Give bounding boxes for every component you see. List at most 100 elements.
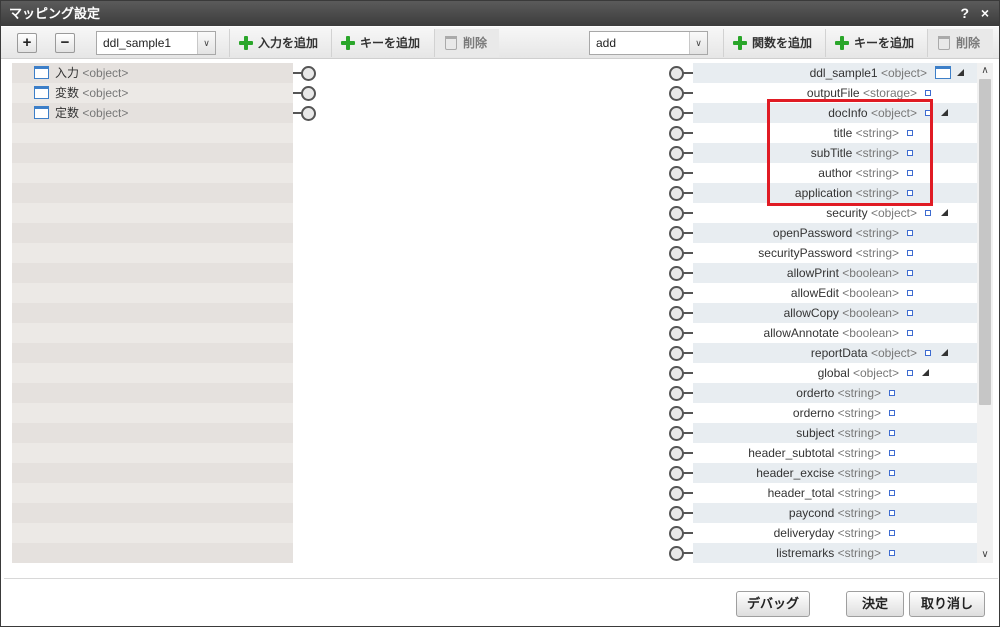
help-icon[interactable]: ? [960,1,969,26]
scroll-down-icon[interactable]: ∨ [977,547,993,563]
target-item-label: subject <string> [796,426,881,440]
target-connector-handle[interactable] [669,123,693,143]
connector-line [683,172,693,174]
target-connector-handle[interactable] [669,543,693,563]
target-connector-handle[interactable] [669,323,693,343]
scroll-thumb[interactable] [979,79,991,405]
cancel-button[interactable]: 取り消し [909,591,985,617]
target-connector-handle[interactable] [669,143,693,163]
source-select[interactable]: ddl_sample1 ∨ [96,31,216,55]
close-icon[interactable]: × [981,1,989,26]
target-connector-handle[interactable] [669,103,693,123]
connector-circle-icon [669,66,684,81]
target-connector-handle[interactable] [669,163,693,183]
add-input-button[interactable]: 入力を追加 [229,29,329,57]
target-connector-handle[interactable] [669,303,693,323]
target-tree-item[interactable]: orderto <string> [693,383,977,403]
target-tree-item[interactable]: allowAnnotate <boolean> [693,323,977,343]
expand-all-button[interactable]: + [17,33,37,53]
target-tree-item[interactable]: paycond <string> [693,503,977,523]
source-item-label: 定数 <object> [55,106,129,120]
delete-button-right[interactable]: 削除 [927,29,993,57]
target-item-label: deliveryday <string> [773,526,881,540]
target-tree-item[interactable]: allowCopy <boolean> [693,303,977,323]
connector-circle-icon [669,226,684,241]
collapse-all-button[interactable]: − [55,33,75,53]
target-connector-handle[interactable] [669,283,693,303]
target-connector-handle[interactable] [669,183,693,203]
expand-triangle-icon[interactable] [941,109,948,116]
scroll-up-icon[interactable]: ∧ [977,63,993,79]
expand-triangle-icon[interactable] [941,209,948,216]
add-key-button-right[interactable]: キーを追加 [825,29,925,57]
target-item-label: ddl_sample1 <object> [809,66,927,80]
debug-button[interactable]: デバッグ [736,591,810,617]
source-connector-handle[interactable] [293,83,317,103]
plus-icon [239,36,253,50]
expand-triangle-icon[interactable] [957,69,964,76]
target-connector-handle[interactable] [669,403,693,423]
row-stripe [12,363,293,383]
target-connector-handle[interactable] [669,263,693,283]
target-item-label: header_excise <string> [756,466,881,480]
target-tree-item[interactable]: reportData <object> [693,343,977,363]
target-connector-handle[interactable] [669,83,693,103]
target-connector-handle[interactable] [669,383,693,403]
target-tree-item[interactable]: header_excise <string> [693,463,977,483]
source-tree-item[interactable]: 変数 <object> [12,83,293,103]
target-tree-item[interactable]: global <object> [693,363,977,383]
target-connector-handle[interactable] [669,463,693,483]
chevron-down-icon[interactable]: ∨ [197,32,215,54]
source-tree-item[interactable]: 定数 <object> [12,103,293,123]
target-tree-item[interactable]: orderno <string> [693,403,977,423]
target-tree-item[interactable]: listremarks <string> [693,543,977,563]
target-tree-item[interactable]: deliveryday <string> [693,523,977,543]
target-connector-handle[interactable] [669,483,693,503]
source-connector-handle[interactable] [293,63,317,83]
ok-button[interactable]: 決定 [846,591,904,617]
target-tree-item[interactable]: allowPrint <boolean> [693,263,977,283]
field-node-icon [889,430,895,436]
add-key-button-left[interactable]: キーを追加 [331,29,431,57]
target-connector-handle[interactable] [669,523,693,543]
highlight-box [767,99,933,206]
connector-line [683,492,693,494]
target-item-label: header_subtotal <string> [748,446,881,460]
mapping-area[interactable] [293,63,693,563]
add-key-label: キーを追加 [854,36,915,50]
vertical-scrollbar[interactable]: ∧ ∨ [977,63,993,563]
expand-triangle-icon[interactable] [922,369,929,376]
target-connector-handle[interactable] [669,203,693,223]
target-tree-item[interactable]: allowEdit <boolean> [693,283,977,303]
target-tree-item[interactable]: header_total <string> [693,483,977,503]
row-stripe [12,523,293,543]
field-node-icon [889,510,895,516]
target-connector-handle[interactable] [669,423,693,443]
connector-line [683,332,693,334]
connector-circle-icon [301,106,316,121]
target-connector-handle[interactable] [669,443,693,463]
target-connector-handle[interactable] [669,343,693,363]
target-connector-handle[interactable] [669,363,693,383]
delete-button-left[interactable]: 削除 [434,29,499,57]
target-connector-handle[interactable] [669,243,693,263]
connector-line [683,152,693,154]
source-connector-handle[interactable] [293,103,317,123]
target-connector-handle[interactable] [669,503,693,523]
target-tree-item[interactable]: ddl_sample1 <object> [693,63,977,83]
add-function-button[interactable]: 関数を追加 [723,29,823,57]
expand-triangle-icon[interactable] [941,349,948,356]
source-tree-item[interactable]: 入力 <object> [12,63,293,83]
connector-line [683,312,693,314]
function-select[interactable]: add ∨ [589,31,708,55]
target-tree-item[interactable]: subject <string> [693,423,977,443]
source-item-label: 変数 <object> [55,86,129,100]
target-tree-item[interactable]: securityPassword <string> [693,243,977,263]
target-connector-handle[interactable] [669,223,693,243]
target-tree-item[interactable]: openPassword <string> [693,223,977,243]
target-tree-item[interactable]: header_subtotal <string> [693,443,977,463]
chevron-down-icon[interactable]: ∨ [689,32,707,54]
target-tree-item[interactable]: security <object> [693,203,977,223]
toolbar: + − ddl_sample1 ∨ 入力を追加 キーを追加 削除 add ∨ 関… [1,27,999,59]
target-connector-handle[interactable] [669,63,693,83]
